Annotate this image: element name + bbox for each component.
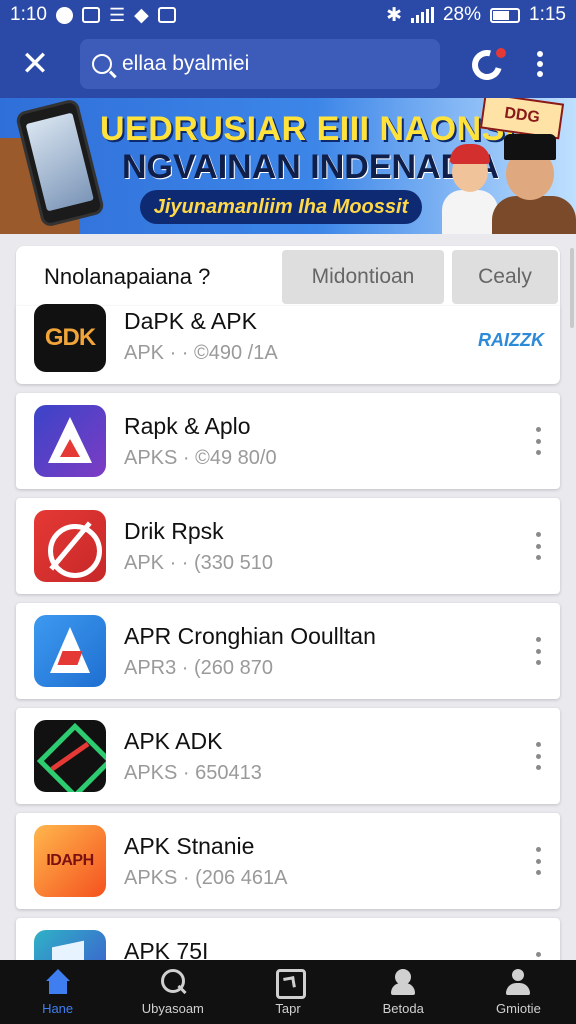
drik-app-icon bbox=[34, 510, 106, 582]
app-tag: RAIZZK bbox=[478, 330, 544, 350]
nav-search[interactable]: Ubyasoam bbox=[115, 960, 230, 1024]
app-name: APR Cronghian Ooulltan bbox=[124, 623, 376, 649]
message-icon bbox=[81, 7, 100, 23]
battery-icon bbox=[490, 7, 521, 23]
banner-subtitle: Jiyunamanliim Iha Moossit bbox=[140, 190, 422, 224]
search-box[interactable] bbox=[80, 39, 440, 89]
nav-label: Tapr bbox=[275, 1000, 301, 1016]
refresh-button[interactable] bbox=[466, 44, 508, 86]
bottom-navigation: Hane Ubyasoam Tapr Betoda Gmiotie bbox=[0, 960, 576, 1024]
app-meta: APKS · (206 461A bbox=[124, 867, 288, 889]
cronghian-app-icon bbox=[34, 615, 106, 687]
vpn-icon: ◆ bbox=[134, 4, 149, 26]
nav-tab[interactable]: Tapr bbox=[230, 960, 345, 1024]
nav-badge[interactable]: Betoda bbox=[346, 960, 461, 1024]
user-icon bbox=[504, 968, 532, 995]
app-bar: ✕ bbox=[0, 30, 576, 98]
filter-button-2[interactable]: Cealy bbox=[452, 250, 558, 304]
app-meta: APK · · ©490 /1A bbox=[124, 342, 278, 364]
app-name: APK ADK bbox=[124, 728, 223, 754]
close-button[interactable]: ✕ bbox=[12, 41, 58, 87]
tab-icon bbox=[274, 968, 306, 999]
app-meta: APK · · (330 510 bbox=[124, 552, 273, 574]
battery-percent: 28% bbox=[442, 4, 482, 25]
status-bar: 1:10 ☰ ◆ ✱ 28% 1:15 bbox=[0, 0, 576, 30]
scrollbar[interactable] bbox=[570, 248, 574, 328]
row-menu-button[interactable] bbox=[532, 742, 544, 770]
banner-person-man bbox=[492, 134, 576, 234]
gdk-app-icon: GDK bbox=[34, 304, 106, 372]
close-icon: ✕ bbox=[20, 45, 50, 83]
row-menu-button[interactable] bbox=[532, 427, 544, 455]
row-menu-button[interactable] bbox=[532, 637, 544, 665]
bluetooth-icon: ✱ bbox=[386, 4, 402, 26]
app-row[interactable]: APK ADK APKS · 650413 bbox=[16, 708, 560, 804]
app-name: Rapk & Aplo bbox=[124, 413, 251, 439]
status-left: 1:10 ☰ ◆ bbox=[10, 4, 176, 27]
nav-label: Gmiotie bbox=[496, 1000, 541, 1016]
notification-icon bbox=[55, 6, 73, 24]
app-row[interactable]: Drik Rpsk APK · · (330 510 bbox=[16, 498, 560, 594]
nav-label: Ubyasoam bbox=[141, 1000, 204, 1016]
filter-title: Nnolanapaiana ? bbox=[44, 264, 211, 289]
app-name: Drik Rpsk bbox=[124, 518, 224, 544]
nav-label: Betoda bbox=[382, 1000, 424, 1016]
notification-badge bbox=[494, 46, 508, 60]
app-meta: APKS · 650413 bbox=[124, 762, 262, 784]
search-icon bbox=[159, 968, 187, 995]
app-row[interactable]: IDAPH APK Stnanie APKS · (206 461A bbox=[16, 813, 560, 909]
app-name: DaPK & APK bbox=[124, 308, 257, 334]
search-input[interactable] bbox=[122, 52, 428, 76]
banner-person-woman bbox=[440, 144, 500, 234]
badge-icon bbox=[389, 968, 417, 995]
nav-home[interactable]: Hane bbox=[0, 960, 115, 1024]
row-menu-button[interactable] bbox=[532, 532, 544, 560]
search-icon bbox=[92, 54, 112, 74]
filter-card: Nnolanapaiana ? Midontioan Cealy bbox=[16, 246, 560, 306]
filter-button-1[interactable]: Midontioan bbox=[282, 250, 444, 304]
more-options-button[interactable] bbox=[528, 44, 552, 84]
status-time-right: 1:15 bbox=[529, 4, 566, 25]
status-right: ✱ 28% 1:15 bbox=[386, 4, 566, 27]
app-meta: APKS · ©49 80/0 bbox=[124, 447, 277, 469]
status-time-left: 1:10 bbox=[10, 4, 47, 25]
app-row[interactable]: Rapk & Aplo APKS · ©49 80/0 bbox=[16, 393, 560, 489]
promo-banner[interactable]: UEDRUSIAR EIII NAONSIA NGVAINAN INDENADI… bbox=[0, 98, 576, 234]
image-icon bbox=[157, 7, 176, 23]
home-icon bbox=[44, 968, 72, 995]
app-row[interactable]: APR Cronghian Ooulltan APR3 · (260 870 bbox=[16, 603, 560, 699]
signal-icon bbox=[410, 7, 434, 23]
wifi-icon: ☰ bbox=[108, 4, 126, 25]
adk-app-icon bbox=[34, 720, 106, 792]
app-name: APK Stnanie bbox=[124, 833, 255, 859]
app-row[interactable]: GDK DaPK & APK APK · · ©490 /1A RAIZZK bbox=[16, 304, 560, 384]
nav-label: Hane bbox=[42, 1000, 74, 1016]
stnanie-app-icon: IDAPH bbox=[34, 825, 106, 897]
app-meta: APR3 · (260 870 bbox=[124, 657, 273, 679]
nav-profile[interactable]: Gmiotie bbox=[461, 960, 576, 1024]
row-menu-button[interactable] bbox=[532, 847, 544, 875]
rapk-app-icon bbox=[34, 405, 106, 477]
